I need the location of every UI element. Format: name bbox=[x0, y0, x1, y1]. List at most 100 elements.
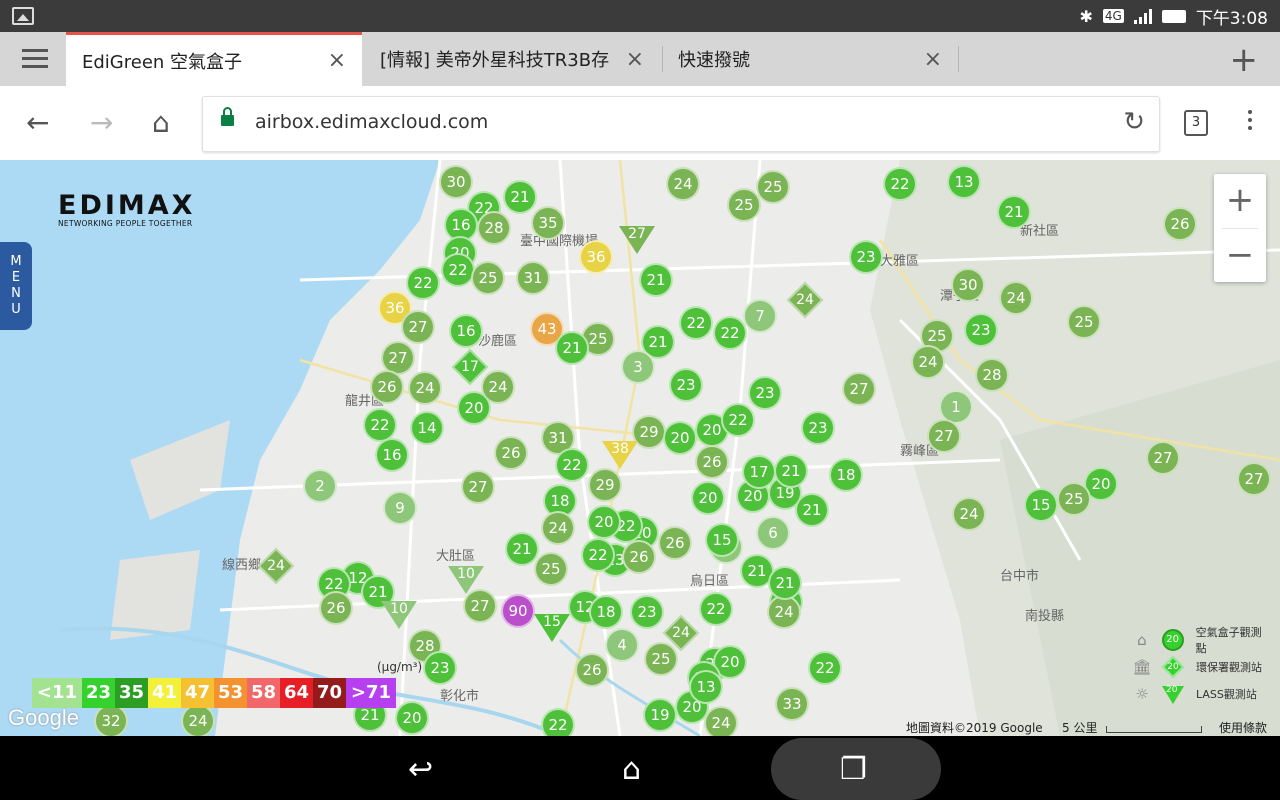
airbox-marker[interactable]: 27 bbox=[927, 419, 961, 453]
airbox-marker[interactable]: 24 bbox=[666, 167, 700, 201]
close-tab-icon[interactable]: × bbox=[626, 47, 644, 72]
address-bar[interactable]: airbox.edimaxcloud.com ↻ bbox=[202, 96, 1160, 152]
airbox-marker[interactable]: 22 bbox=[555, 448, 589, 482]
airbox-marker[interactable]: 20 bbox=[663, 421, 697, 455]
airbox-marker[interactable]: 23 bbox=[669, 368, 703, 402]
airbox-marker[interactable]: 25 bbox=[534, 552, 568, 586]
airbox-marker[interactable]: 23 bbox=[423, 651, 457, 685]
airbox-marker[interactable]: 24 bbox=[911, 345, 945, 379]
airbox-marker[interactable]: 30 bbox=[439, 165, 473, 199]
airbox-marker[interactable]: 25 bbox=[471, 261, 505, 295]
airbox-marker[interactable]: 24 bbox=[408, 371, 442, 405]
airbox-marker[interactable]: 24 bbox=[952, 497, 986, 531]
airbox-marker[interactable]: 20 bbox=[691, 481, 725, 515]
recent-apps-icon[interactable]: ❐ bbox=[840, 752, 867, 787]
back-icon[interactable]: ↩ bbox=[408, 752, 433, 787]
airbox-marker[interactable]: 26 bbox=[494, 436, 528, 470]
airbox-marker[interactable]: 18 bbox=[829, 458, 863, 492]
airbox-marker[interactable]: 6 bbox=[756, 516, 790, 550]
lass-station-marker[interactable]: 15 bbox=[534, 614, 570, 642]
airbox-marker[interactable]: 26 bbox=[695, 445, 729, 479]
airbox-marker[interactable]: 2 bbox=[303, 469, 337, 503]
airbox-marker[interactable]: 22 bbox=[713, 316, 747, 350]
airbox-marker[interactable]: 24 bbox=[541, 511, 575, 545]
airbox-marker[interactable]: 35 bbox=[531, 206, 565, 240]
airbox-marker[interactable]: 13 bbox=[947, 165, 981, 199]
airbox-marker[interactable]: 23 bbox=[849, 240, 883, 274]
new-tab-button[interactable]: + bbox=[1230, 40, 1259, 80]
tab-news[interactable]: [情報] 美帝外星科技TR3B存 × bbox=[364, 32, 660, 86]
airbox-marker[interactable]: 29 bbox=[588, 468, 622, 502]
airbox-marker[interactable]: 22 bbox=[441, 253, 475, 287]
airbox-marker[interactable]: 21 bbox=[639, 263, 673, 297]
airbox-marker[interactable]: 36 bbox=[579, 240, 613, 274]
airbox-marker[interactable]: 25 bbox=[644, 642, 678, 676]
home-icon[interactable]: ⌂ bbox=[152, 106, 170, 139]
airbox-marker[interactable]: 9 bbox=[383, 491, 417, 525]
airbox-marker[interactable]: 7 bbox=[743, 299, 777, 333]
airbox-marker[interactable]: 31 bbox=[516, 261, 550, 295]
airbox-marker[interactable]: 21 bbox=[774, 454, 808, 488]
airbox-marker[interactable]: 30 bbox=[951, 268, 985, 302]
airbox-marker[interactable]: 22 bbox=[699, 592, 733, 626]
terms-link[interactable]: 使用條款 bbox=[1219, 719, 1267, 736]
reload-icon[interactable]: ↻ bbox=[1123, 107, 1145, 137]
hamburger-menu-icon[interactable] bbox=[22, 49, 48, 69]
airbox-marker[interactable]: 27 bbox=[461, 470, 495, 504]
airbox-marker[interactable]: 13 bbox=[689, 670, 723, 704]
airbox-marker[interactable]: 15 bbox=[1024, 488, 1058, 522]
airbox-marker[interactable]: 25 bbox=[756, 170, 790, 204]
airbox-marker[interactable]: 26 bbox=[319, 591, 353, 625]
overflow-menu-icon[interactable] bbox=[1248, 110, 1252, 134]
lass-station-marker[interactable]: 38 bbox=[602, 441, 638, 469]
airbox-marker[interactable]: 22 bbox=[406, 266, 440, 300]
airbox-marker[interactable]: 33 bbox=[775, 687, 809, 721]
tab-switcher-button[interactable]: 3 bbox=[1184, 110, 1208, 136]
airbox-marker[interactable]: 27 bbox=[1146, 441, 1180, 475]
airbox-marker[interactable]: 25 bbox=[1067, 305, 1101, 339]
airbox-marker[interactable]: 22 bbox=[721, 403, 755, 437]
zoom-out-button[interactable]: − bbox=[1214, 229, 1266, 283]
airbox-marker[interactable]: 21 bbox=[768, 566, 802, 600]
tab-speed-dial[interactable]: 快速撥號 × bbox=[662, 32, 958, 86]
airbox-marker[interactable]: 28 bbox=[975, 358, 1009, 392]
close-tab-icon[interactable]: × bbox=[924, 47, 942, 72]
airbox-marker[interactable]: 22 bbox=[883, 167, 917, 201]
airbox-marker[interactable]: 23 bbox=[630, 595, 664, 629]
airbox-marker[interactable]: 24 bbox=[767, 595, 801, 629]
airbox-marker[interactable]: 25 bbox=[1057, 482, 1091, 516]
airbox-marker[interactable]: 27 bbox=[401, 310, 435, 344]
airbox-marker[interactable]: 22 bbox=[808, 651, 842, 685]
side-menu-button[interactable]: MENU bbox=[0, 242, 32, 330]
airbox-marker[interactable]: 26 bbox=[1163, 207, 1197, 241]
back-arrow-icon[interactable]: ← bbox=[26, 106, 49, 139]
airbox-marker[interactable]: 16 bbox=[449, 314, 483, 348]
tab-edigreen[interactable]: EdiGreen 空氣盒子 × bbox=[66, 32, 362, 86]
airbox-marker[interactable]: 27 bbox=[463, 589, 497, 623]
airbox-marker[interactable]: 23 bbox=[964, 313, 998, 347]
airbox-marker[interactable]: 20 bbox=[587, 505, 621, 539]
airbox-marker[interactable]: 16 bbox=[375, 438, 409, 472]
airbox-marker[interactable]: 4 bbox=[605, 628, 639, 662]
airbox-marker[interactable]: 23 bbox=[801, 411, 835, 445]
airbox-marker[interactable]: 26 bbox=[622, 540, 656, 574]
airbox-marker[interactable]: 21 bbox=[555, 331, 589, 365]
airbox-marker[interactable]: 21 bbox=[503, 180, 537, 214]
airbox-marker[interactable]: 22 bbox=[363, 408, 397, 442]
map-view[interactable]: 臺中國際機場 沙鹿區 龍井區 大肚區 烏日區 霧峰區 台中市 南投縣 彰化市 線… bbox=[0, 160, 1280, 736]
airbox-marker[interactable]: 14 bbox=[410, 411, 444, 445]
zoom-in-button[interactable]: + bbox=[1214, 174, 1266, 228]
lass-station-marker[interactable]: 10 bbox=[448, 566, 484, 594]
airbox-marker[interactable]: 24 bbox=[999, 281, 1033, 315]
airbox-marker[interactable]: 21 bbox=[997, 195, 1031, 229]
airbox-marker[interactable]: 26 bbox=[370, 370, 404, 404]
close-tab-icon[interactable]: × bbox=[328, 48, 346, 73]
lass-station-marker[interactable]: 10 bbox=[381, 601, 417, 629]
lass-station-marker[interactable]: 27 bbox=[619, 226, 655, 254]
home-icon[interactable]: ⌂ bbox=[622, 752, 641, 787]
airbox-marker[interactable]: 25 bbox=[727, 188, 761, 222]
airbox-marker[interactable]: 21 bbox=[795, 493, 829, 527]
airbox-marker[interactable]: 22 bbox=[581, 538, 615, 572]
airbox-marker[interactable]: 21 bbox=[505, 532, 539, 566]
airbox-marker[interactable]: 22 bbox=[679, 306, 713, 340]
